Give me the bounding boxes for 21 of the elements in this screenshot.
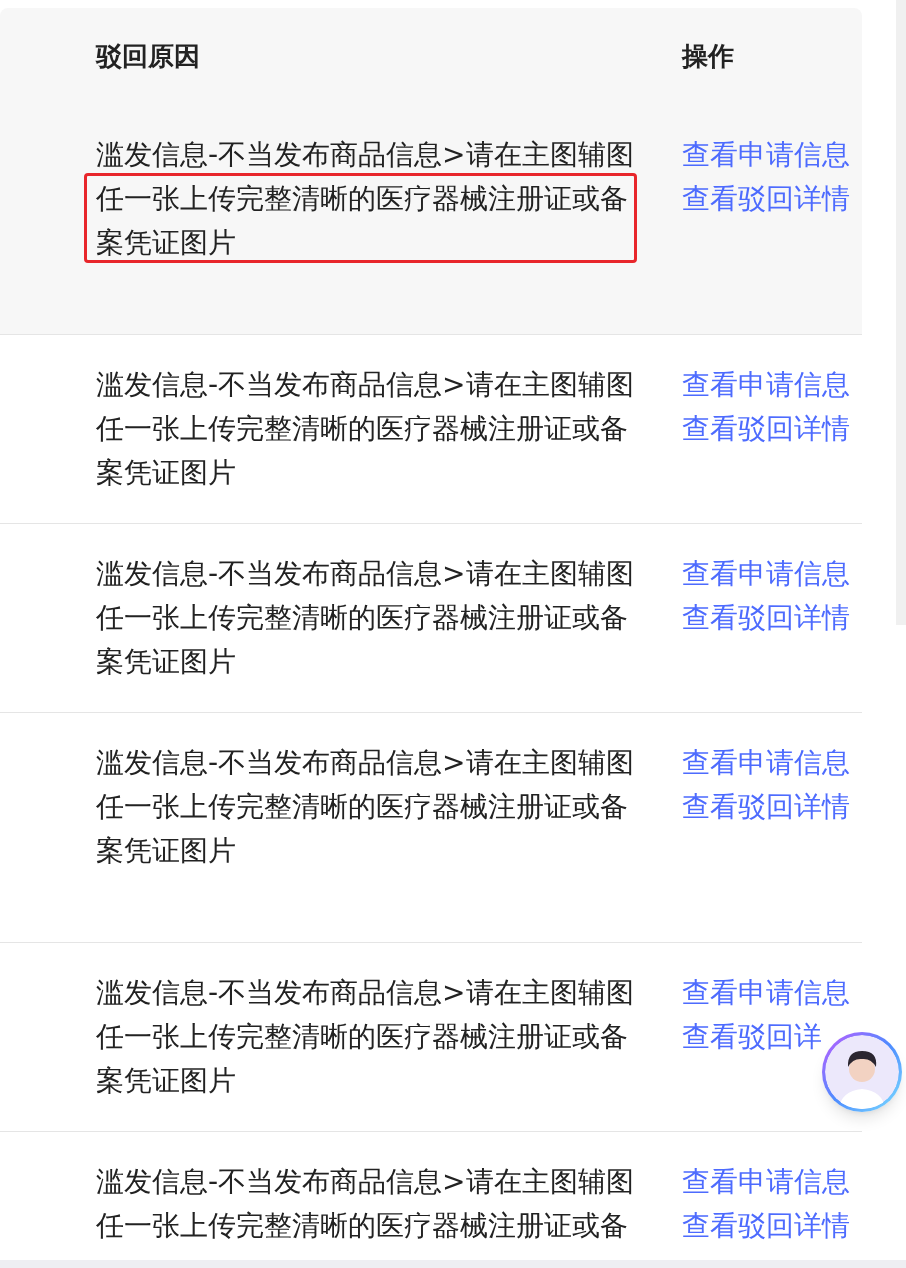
rejection-reason: 滥发信息-不当发布商品信息>请在主图辅图任一张上传完整清晰的医疗器械注册证或备 (96, 1164, 635, 1244)
action-link[interactable]: 查看申请信息 (682, 133, 850, 177)
action-link[interactable]: 查看申请信息 (682, 363, 850, 407)
person-icon (825, 1035, 899, 1109)
rejection-reason: 滥发信息-不当发布商品信息>请在主图辅图任一张上传完整清晰的医疗器械注册证或备案凭证图片 (96, 975, 635, 1099)
action-link[interactable]: 查看驳回详情 (682, 407, 850, 451)
action-link[interactable]: 查看申请信息 (682, 1160, 850, 1204)
rejection-reason: 滥发信息-不当发布商品信息>请在主图辅图任一张上传完整清晰的医疗器械注册证或备案凭证图片 (96, 556, 635, 680)
action-link[interactable]: 查看申请信息 (682, 971, 850, 1015)
rejection-reason: 滥发信息-不当发布商品信息>请在主图辅图任一张上传完整清晰的医疗器械注册证或备案凭证图片 (96, 367, 635, 491)
action-link[interactable]: 查看驳回详情 (682, 596, 850, 640)
action-link[interactable]: 查看驳回详 (682, 1015, 822, 1059)
action-link[interactable]: 查看申请信息 (682, 741, 850, 785)
column-header: 驳回原因 (96, 40, 201, 73)
action-link[interactable]: 查看驳回详情 (682, 785, 850, 829)
action-link[interactable]: 查看驳回详情 (682, 177, 850, 221)
action-link[interactable]: 查看驳回详情 (682, 1204, 850, 1248)
rejection-reason: 滥发信息-不当发布商品信息>请在主图辅图任一张上传完整清晰的医疗器械注册证或备案凭证图片 (96, 745, 635, 869)
rejection-reason: 滥发信息-不当发布商品信息>请在主图辅图任一张上传完整清晰的医疗器械注册证或备案凭证图片 (96, 137, 635, 261)
action-link[interactable]: 查看申请信息 (682, 552, 850, 596)
column-header: 操作 (682, 40, 734, 73)
